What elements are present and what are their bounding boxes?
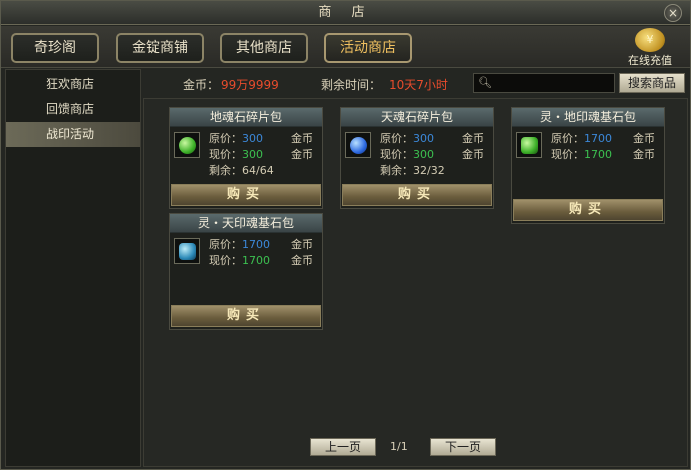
close-button[interactable]: × bbox=[664, 4, 682, 22]
search-button[interactable]: 搜索商品 bbox=[619, 73, 685, 93]
window-titlebar: 商 店 × bbox=[1, 1, 690, 25]
time-remaining-label: 剩余时间： bbox=[321, 78, 382, 92]
cur-price: 1700 bbox=[584, 148, 612, 161]
next-page-button[interactable]: 下一页 bbox=[430, 438, 496, 456]
tab-event-shop[interactable]: 活动商店 bbox=[324, 33, 412, 63]
product-card: 天魂石碎片包 原价：300 金币 现价：300 金币 剩余：32/32 购买 bbox=[340, 107, 494, 209]
search-icon: 🔍︎ bbox=[478, 76, 492, 89]
buy-button[interactable]: 购买 bbox=[171, 184, 321, 206]
gold-value: 99万9999 bbox=[221, 78, 279, 92]
window-title: 商 店 bbox=[318, 5, 373, 20]
cur-price-label: 现价： bbox=[380, 148, 413, 161]
product-card: 地魂石碎片包 原价：300 金币 现价：300 金币 剩余：64/64 购买 bbox=[169, 107, 323, 209]
orig-price: 1700 bbox=[242, 238, 270, 251]
remaining-count: 64/64 bbox=[242, 164, 274, 177]
sidebar-item-battle-seal-event[interactable]: 战印活动 bbox=[6, 122, 140, 147]
tab-gold-ingot-shop[interactable]: 金锭商铺 bbox=[116, 33, 204, 63]
orig-price-label: 原价： bbox=[209, 132, 242, 145]
cur-price: 300 bbox=[242, 148, 263, 161]
currency: 金币 bbox=[291, 238, 313, 251]
cur-price: 1700 bbox=[242, 254, 270, 267]
remaining-label: 剩余： bbox=[209, 164, 242, 177]
blue-gem-icon[interactable] bbox=[345, 132, 371, 158]
orig-price-label: 原价： bbox=[380, 132, 413, 145]
online-recharge-label: 在线充值 bbox=[628, 54, 672, 67]
cur-price: 300 bbox=[413, 148, 434, 161]
buy-button[interactable]: 购买 bbox=[171, 305, 321, 327]
currency: 金币 bbox=[462, 148, 484, 161]
info-bar: 金币： 99万9999 剩余时间： 10天7小时 🔍︎ 搜索商品 bbox=[143, 71, 688, 97]
currency: 金币 bbox=[633, 132, 655, 145]
product-grid: 地魂石碎片包 原价：300 金币 现价：300 金币 剩余：64/64 购买 天魂石… bbox=[143, 98, 688, 467]
blue-stone-icon[interactable] bbox=[174, 238, 200, 264]
currency: 金币 bbox=[291, 254, 313, 267]
remaining-label: 剩余： bbox=[380, 164, 413, 177]
currency: 金币 bbox=[462, 132, 484, 145]
product-name: 地魂石碎片包 bbox=[170, 108, 322, 127]
orig-price: 1700 bbox=[584, 132, 612, 145]
green-gem-icon[interactable] bbox=[174, 132, 200, 158]
currency: 金币 bbox=[291, 132, 313, 145]
orig-price: 300 bbox=[413, 132, 434, 145]
tab-other-shops[interactable]: 其他商店 bbox=[220, 33, 308, 63]
remaining-count: 32/32 bbox=[413, 164, 445, 177]
cur-price-label: 现价： bbox=[209, 148, 242, 161]
product-card: 灵・天印魂基石包 原价：1700 金币 现价：1700 金币 购买 bbox=[169, 213, 323, 330]
product-name: 灵・天印魂基石包 bbox=[170, 214, 322, 233]
gold-label: 金币： bbox=[183, 78, 220, 92]
cur-price-label: 现价： bbox=[209, 254, 242, 267]
shop-tabbar: 奇珍阁 金锭商铺 其他商店 活动商店 ¥ 在线充值 bbox=[1, 26, 690, 68]
online-recharge-button[interactable]: ¥ 在线充值 bbox=[622, 28, 678, 68]
time-remaining-value: 10天7小时 bbox=[389, 78, 448, 92]
page-indicator: 1/1 bbox=[390, 440, 408, 453]
shop-window: 商 店 × 奇珍阁 金锭商铺 其他商店 活动商店 ¥ 在线充值 狂欢商店 回馈商… bbox=[0, 0, 691, 470]
search-input[interactable]: 🔍︎ bbox=[473, 73, 615, 93]
green-stone-icon[interactable] bbox=[516, 132, 542, 158]
product-name: 灵・地印魂基石包 bbox=[512, 108, 664, 127]
currency: 金币 bbox=[633, 148, 655, 161]
shop-sidebar: 狂欢商店 回馈商店 战印活动 bbox=[5, 69, 141, 467]
product-name: 天魂石碎片包 bbox=[341, 108, 493, 127]
orig-price-label: 原价： bbox=[551, 132, 584, 145]
orig-price: 300 bbox=[242, 132, 263, 145]
pagination: 上一页 1/1 下一页 bbox=[310, 438, 510, 458]
coin-stack-icon: ¥ bbox=[635, 28, 665, 52]
currency: 金币 bbox=[291, 148, 313, 161]
orig-price-label: 原价： bbox=[209, 238, 242, 251]
product-card: 灵・地印魂基石包 原价：1700 金币 现价：1700 金币 购买 bbox=[511, 107, 665, 224]
tab-rare-pavilion[interactable]: 奇珍阁 bbox=[11, 33, 99, 63]
buy-button[interactable]: 购买 bbox=[342, 184, 492, 206]
buy-button[interactable]: 购买 bbox=[513, 199, 663, 221]
sidebar-item-carnival-shop[interactable]: 狂欢商店 bbox=[6, 72, 140, 97]
cur-price-label: 现价： bbox=[551, 148, 584, 161]
sidebar-item-feedback-shop[interactable]: 回馈商店 bbox=[6, 97, 140, 122]
prev-page-button[interactable]: 上一页 bbox=[310, 438, 376, 456]
